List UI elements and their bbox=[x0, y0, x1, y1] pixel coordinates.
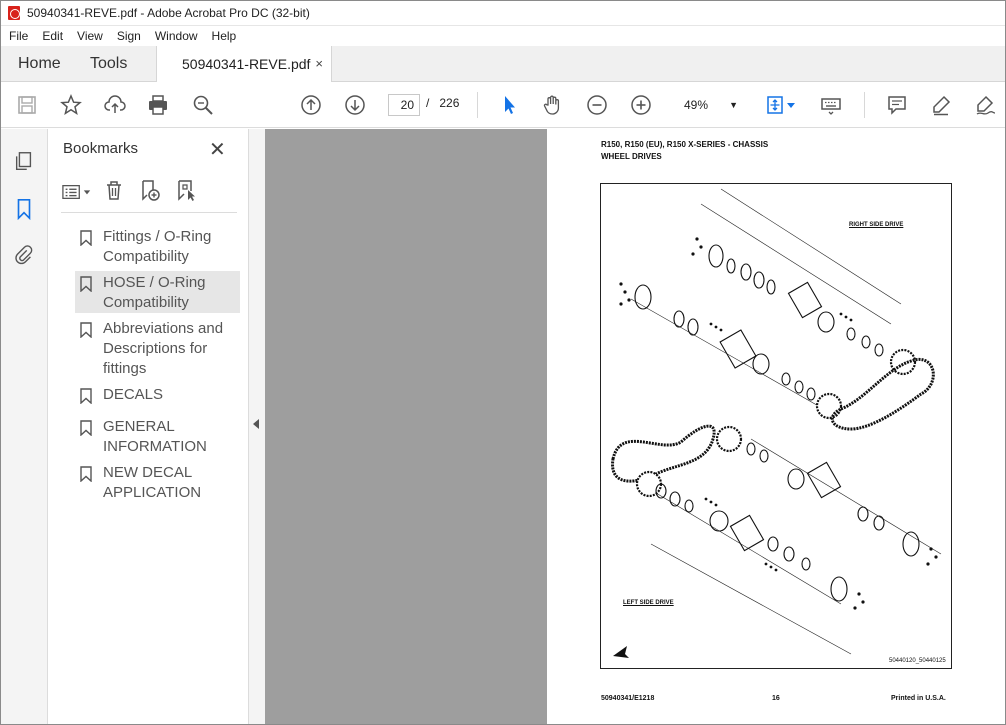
exploded-view-figure: RIGHT SIDE DRIVE LEFT SIDE DRIVE 5044012… bbox=[600, 183, 952, 669]
select-cursor-icon[interactable] bbox=[496, 92, 522, 118]
bookmark-item[interactable]: NEW DECAL APPLICATION bbox=[75, 463, 240, 503]
zoom-search-icon[interactable] bbox=[190, 92, 216, 118]
menu-view[interactable]: View bbox=[77, 29, 103, 43]
tab-tools[interactable]: Tools bbox=[90, 46, 127, 82]
title-bar: 50940341-REVE.pdf - Adobe Acrobat Pro DC… bbox=[0, 0, 1006, 26]
bookmark-cursor-icon bbox=[178, 179, 195, 201]
left-side-drive-label: LEFT SIDE DRIVE bbox=[623, 600, 674, 606]
menu-sign[interactable]: Sign bbox=[117, 29, 141, 43]
bookmark-properties-button[interactable] bbox=[175, 179, 205, 206]
page-header-title: R150, R150 (EU), R150 X-SERIES - CHASSIS bbox=[601, 140, 769, 149]
hand-tool-icon[interactable] bbox=[540, 92, 566, 118]
bookmark-label: HOSE / O-Ring Compatibility bbox=[103, 274, 206, 311]
tab-bar: Home Tools 50940341-REVE.pdf × bbox=[0, 46, 1006, 83]
bookmark-icon bbox=[75, 385, 103, 410]
menu-window[interactable]: Window bbox=[155, 29, 198, 43]
bookmark-item[interactable]: Fittings / O-Ring Compatibility bbox=[75, 227, 240, 267]
footer-printed: Printed in U.S.A. bbox=[891, 695, 946, 702]
close-tab-icon[interactable]: × bbox=[315, 46, 323, 82]
bookmark-label: DECALS bbox=[103, 386, 164, 403]
star-icon[interactable] bbox=[58, 92, 84, 118]
tab-document-label: 50940341-REVE.pdf bbox=[182, 56, 311, 72]
fit-page-chevron-down-icon[interactable] bbox=[784, 92, 798, 118]
add-bookmark-button[interactable] bbox=[139, 179, 169, 206]
trash-icon bbox=[107, 180, 121, 200]
wheel-drive-diagram bbox=[611, 188, 942, 658]
right-side-drive-label: RIGHT SIDE DRIVE bbox=[849, 222, 904, 228]
window-title: 50940341-REVE.pdf - Adobe Acrobat Pro DC… bbox=[27, 5, 310, 20]
list-options-icon bbox=[62, 185, 80, 199]
page-header-subtitle: WHEEL DRIVES bbox=[601, 152, 662, 161]
menu-file[interactable]: File bbox=[9, 29, 28, 43]
attachment-paperclip-icon[interactable] bbox=[12, 243, 36, 267]
zoom-in-icon[interactable] bbox=[628, 92, 654, 118]
bookmark-icon bbox=[75, 319, 103, 379]
page-count: 226 bbox=[439, 96, 460, 110]
zoom-level-value: 49% bbox=[684, 98, 709, 112]
bookmark-label: Abbreviations and Descriptions for fitti… bbox=[103, 320, 224, 377]
bookmark-icon bbox=[75, 417, 103, 457]
chevron-down-icon: ▼ bbox=[729, 100, 738, 110]
tab-home[interactable]: Home bbox=[18, 46, 61, 82]
bookmarks-title: Bookmarks bbox=[63, 140, 139, 157]
cloud-upload-icon[interactable] bbox=[102, 92, 128, 118]
bookmark-icon bbox=[75, 463, 103, 503]
page-thumbnails-icon[interactable] bbox=[12, 149, 36, 173]
menu-edit[interactable]: Edit bbox=[42, 29, 63, 43]
main-toolbar: 20 / 226 49% ▼ bbox=[0, 82, 1006, 128]
delete-bookmark-button[interactable] bbox=[103, 179, 133, 206]
add-bookmark-icon bbox=[142, 179, 160, 201]
footer-page-number: 16 bbox=[772, 695, 780, 702]
bookmark-label: Fittings / O-Ring Compatibility bbox=[103, 228, 212, 265]
close-panel-icon[interactable]: ✕ bbox=[209, 137, 226, 162]
chevron-down-icon bbox=[83, 190, 91, 195]
menu-bar: File Edit View Sign Window Help bbox=[0, 26, 1006, 46]
figure-id: 50440120_50440125 bbox=[889, 658, 946, 664]
document-viewer[interactable]: R150, R150 (EU), R150 X-SERIES - CHASSIS… bbox=[265, 129, 1006, 725]
left-rail bbox=[0, 129, 48, 725]
sign-pen-icon[interactable] bbox=[972, 92, 998, 118]
collapse-arrow-icon bbox=[253, 419, 259, 429]
page-separator: / bbox=[426, 96, 430, 110]
bookmark-item[interactable]: DECALS bbox=[75, 385, 240, 410]
highlight-pen-icon[interactable] bbox=[928, 92, 954, 118]
bookmark-options-button[interactable] bbox=[61, 181, 95, 203]
print-icon[interactable] bbox=[145, 92, 171, 118]
bookmarks-panel: Bookmarks ✕ Fittings / O-Ring Compatibil… bbox=[49, 129, 248, 725]
bookmark-item[interactable]: GENERAL INFORMATION bbox=[75, 417, 240, 457]
footer-document-number: 50940341/E1218 bbox=[601, 695, 655, 702]
bookmark-divider bbox=[61, 212, 237, 213]
next-page-icon[interactable] bbox=[342, 92, 368, 118]
keyboard-icon[interactable] bbox=[818, 92, 844, 118]
bookmark-label: NEW DECAL APPLICATION bbox=[103, 464, 202, 501]
tab-document[interactable]: 50940341-REVE.pdf × bbox=[156, 46, 332, 83]
save-icon[interactable] bbox=[14, 92, 40, 118]
zoom-out-icon[interactable] bbox=[584, 92, 610, 118]
zoom-level-select[interactable]: 49% ▼ bbox=[672, 94, 744, 116]
bookmark-icon bbox=[75, 227, 103, 267]
pdf-page: R150, R150 (EU), R150 X-SERIES - CHASSIS… bbox=[547, 129, 1006, 725]
bookmark-label: GENERAL INFORMATION bbox=[103, 418, 207, 455]
toolbar-divider bbox=[864, 92, 865, 118]
bookmark-tools bbox=[61, 179, 205, 205]
page-number-input[interactable]: 20 bbox=[388, 94, 420, 116]
comment-icon[interactable] bbox=[884, 92, 910, 118]
toolbar-divider bbox=[477, 92, 478, 118]
acrobat-app-icon bbox=[8, 5, 20, 20]
previous-page-icon[interactable] bbox=[298, 92, 324, 118]
bookmark-panel-icon[interactable] bbox=[12, 197, 36, 221]
bookmark-item[interactable]: Abbreviations and Descriptions for fitti… bbox=[75, 319, 240, 379]
menu-help[interactable]: Help bbox=[212, 29, 237, 43]
page-total: / 226 bbox=[426, 96, 459, 110]
bookmark-icon bbox=[75, 273, 103, 313]
panel-collapse-handle[interactable] bbox=[248, 129, 265, 725]
bookmark-item[interactable]: HOSE / O-Ring Compatibility bbox=[75, 271, 240, 313]
